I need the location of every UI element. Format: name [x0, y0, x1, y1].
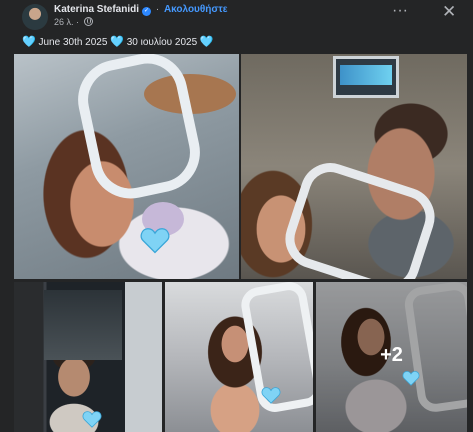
meta-separator: · — [76, 17, 80, 27]
photo-5-more[interactable]: +2 — [316, 282, 467, 432]
photo-2[interactable] — [241, 54, 467, 279]
photo-detail — [333, 56, 399, 98]
more-photos-count[interactable]: +2 — [316, 344, 467, 367]
heart-icon: 🩵 — [199, 36, 214, 48]
more-icon[interactable]: ··· — [392, 2, 408, 20]
follow-link[interactable]: Ακολουθήστε — [164, 4, 228, 15]
photo-gallery: +2 — [14, 54, 467, 432]
photo-detail — [277, 155, 443, 279]
photo-3[interactable] — [14, 282, 162, 432]
heart-sticker-icon — [261, 386, 281, 404]
heart-sticker-icon — [402, 370, 420, 386]
photo-detail — [44, 290, 122, 360]
globe-icon — [83, 17, 93, 26]
close-icon[interactable]: ✕ — [442, 2, 456, 22]
post-caption: 🩵 June 30th 2025 🩵 30 ιουλίου 2025 🩵 — [22, 35, 214, 48]
photo-1[interactable] — [14, 54, 239, 279]
avatar[interactable] — [22, 4, 48, 30]
author-name[interactable]: Katerina Stefanidi — [54, 4, 139, 15]
photo-4[interactable] — [165, 282, 313, 432]
verified-badge-icon: ✓ — [142, 7, 152, 16]
post-time[interactable]: 26 λ. — [54, 17, 74, 27]
post-header: Katerina Stefanidi ✓ · Ακολουθήστε 26 λ. … — [0, 0, 473, 32]
heart-icon: 🩵 — [110, 36, 124, 48]
separator: · — [155, 4, 160, 15]
heart-icon: 🩵 — [22, 36, 36, 48]
caption-date-en: June 30th 2025 — [35, 37, 111, 48]
caption-date-gr: 30 ιουλίου 2025 — [123, 37, 200, 48]
post-meta: 26 λ. · — [54, 17, 93, 27]
heart-sticker-icon — [140, 226, 170, 254]
author-line: Katerina Stefanidi ✓ · Ακολουθήστε — [54, 4, 227, 16]
heart-sticker-icon — [82, 410, 102, 428]
